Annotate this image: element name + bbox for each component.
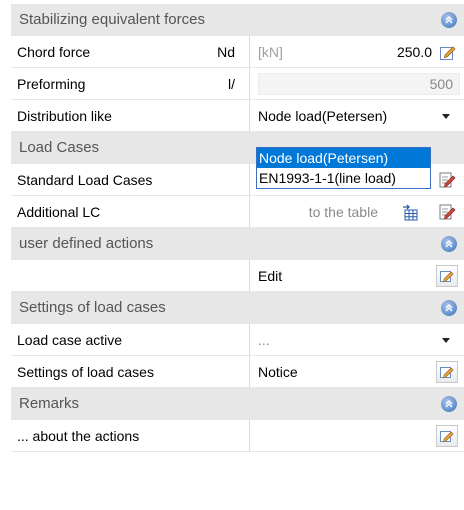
preforming-field[interactable]: 500 — [250, 68, 464, 100]
lc-settings-field[interactable]: Notice — [250, 356, 464, 388]
edit-icon — [440, 367, 454, 378]
preforming-symbol: l/ — [228, 76, 235, 92]
row-preforming: Preforming l/ 500 — [11, 68, 464, 100]
lc-active-label: Load case active — [17, 332, 123, 348]
collapse-up-icon[interactable] — [441, 396, 457, 412]
collapse-up-icon[interactable] — [441, 12, 457, 28]
edit-button[interactable] — [436, 265, 458, 287]
row-distribution: Distribution like Node load(Petersen) — [11, 100, 464, 132]
collapse-up-icon[interactable] — [441, 236, 457, 252]
checklist-edit-icon[interactable] — [438, 171, 456, 189]
distribution-dropdown-list: Node load(Petersen) EN1993-1-1(line load… — [256, 147, 431, 189]
row-about-actions: ... about the actions — [11, 420, 464, 452]
section-settings[interactable]: Settings of load cases — [11, 292, 464, 324]
additional-lc-field: to the table — [250, 196, 464, 228]
dropdown-option-line-load[interactable]: EN1993-1-1(line load) — [257, 168, 430, 188]
section-title: Load Cases — [19, 139, 100, 156]
lc-active-select[interactable]: ... — [250, 324, 464, 356]
lc-active-value[interactable]: ... — [258, 324, 270, 356]
standard-lc-label: Standard Load Cases — [17, 172, 153, 188]
section-title: Settings of load cases — [19, 299, 166, 316]
checklist-edit-icon[interactable] — [438, 203, 456, 221]
row-chord-force: Chord force Nd [kN] 250.0 — [11, 36, 464, 68]
user-edit-field[interactable]: Edit — [250, 260, 464, 292]
section-title: user defined actions — [19, 235, 154, 252]
collapse-up-icon[interactable] — [441, 300, 457, 316]
edit-icon[interactable] — [438, 42, 458, 62]
section-title: Remarks — [19, 395, 80, 412]
section-stabilizing[interactable]: Stabilizing equivalent forces — [11, 4, 464, 36]
chord-force-symbol: Nd — [217, 44, 235, 60]
edit-icon — [440, 271, 454, 282]
table-export-icon[interactable] — [400, 203, 420, 221]
chord-force-field[interactable]: [kN] 250.0 — [250, 36, 464, 68]
section-user-actions[interactable]: user defined actions — [11, 228, 464, 260]
distribution-label: Distribution like — [17, 108, 112, 124]
chevron-down-icon[interactable] — [442, 114, 450, 119]
chevron-down-icon[interactable] — [442, 338, 450, 343]
additional-lc-label: Additional LC — [17, 204, 101, 220]
distribution-value[interactable]: Node load(Petersen) — [258, 100, 387, 132]
distribution-select[interactable]: Node load(Petersen) — [250, 100, 464, 132]
row-user-edit: Edit — [11, 260, 464, 292]
row-lc-active: Load case active ... — [11, 324, 464, 356]
row-lc-settings: Settings of load cases Notice — [11, 356, 464, 388]
edit-button[interactable] — [436, 425, 458, 447]
preforming-value: 500 — [429, 76, 453, 92]
about-actions-label: ... about the actions — [17, 428, 140, 444]
lc-settings-label: Settings of load cases — [17, 364, 154, 380]
section-remarks[interactable]: Remarks — [11, 388, 464, 420]
properties-panel: Stabilizing equivalent forces Chord forc… — [11, 4, 464, 452]
notice-text: Notice — [258, 364, 298, 380]
dropdown-option-node-load[interactable]: Node load(Petersen) — [257, 148, 430, 168]
row-additional-lc: Additional LC to the table — [11, 196, 464, 228]
edit-button[interactable] — [436, 361, 458, 383]
section-title: Stabilizing equivalent forces — [19, 11, 205, 28]
edit-icon — [440, 431, 454, 442]
preforming-readonly: 500 — [258, 73, 460, 95]
edit-text: Edit — [258, 268, 283, 284]
to-table-link[interactable]: to the table — [309, 196, 378, 228]
unit-label: [kN] — [258, 44, 283, 60]
about-actions-field[interactable] — [250, 420, 464, 452]
chord-force-value[interactable]: 250.0 — [397, 36, 432, 68]
